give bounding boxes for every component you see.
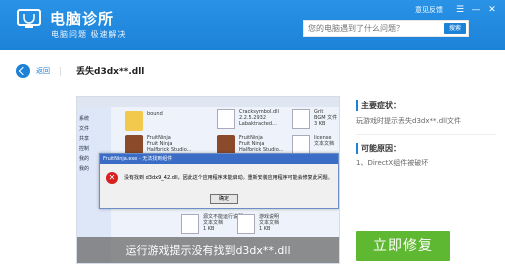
problem-screenshot: 系统 文件 共享 控制 我的 我的 bound Cracksymbol.dll … xyxy=(76,96,340,264)
document-icon xyxy=(237,214,255,234)
app-slogan: 电脑问题 极速解决 xyxy=(51,30,127,39)
cause-item: 1、DirectX组件被破坏 xyxy=(356,159,429,167)
explorer-toolbar xyxy=(77,97,339,107)
close-icon[interactable]: ✕ xyxy=(487,5,497,15)
menu-icon[interactable]: ☰ xyxy=(455,5,465,15)
symptom-heading: 主要症状： xyxy=(356,100,401,111)
file-item: Cracksymbol.dll 2.2.5.2932 Labaktracted.… xyxy=(217,109,279,131)
dll-file-icon xyxy=(217,109,235,129)
folder-icon xyxy=(125,111,143,131)
game-icon xyxy=(125,135,143,155)
file-item: 游戏说明 文本文档 1 KB xyxy=(237,214,297,236)
stethoscope-icon xyxy=(17,9,41,28)
search-input[interactable] xyxy=(304,21,444,36)
sidebar-item: 我的 xyxy=(79,156,90,162)
app-title: 电脑诊所 xyxy=(50,10,115,28)
cause-heading: 可能原因： xyxy=(356,143,401,154)
symptom-text: 玩游戏时提示丢失d3dx**.dll文件 xyxy=(356,117,462,125)
search-button[interactable]: 搜索 xyxy=(444,23,466,34)
feedback-link[interactable]: 意见反馈 xyxy=(415,5,443,15)
dialog-ok-button: 确定 xyxy=(210,194,238,204)
dialog-title: FruitNinja.exe - 无法找到组件 xyxy=(100,154,338,164)
window-controls: 意见反馈 ☰ — ✕ xyxy=(415,5,497,15)
game-icon xyxy=(217,135,235,155)
dialog-message: 没有找到 d3dx9_42.dll，因此这个应用程序未能启动。重新安装应用程序可… xyxy=(124,175,333,181)
repair-now-button[interactable]: 立即修复 xyxy=(356,231,450,261)
sidebar-item: 控制 xyxy=(79,146,90,152)
document-icon xyxy=(181,214,199,234)
error-dialog: FruitNinja.exe - 无法找到组件 ✕ 没有找到 d3dx9_42.… xyxy=(99,153,339,209)
file-item: bound xyxy=(125,111,185,133)
back-button[interactable]: 返回 xyxy=(36,66,50,76)
document-icon xyxy=(292,109,310,129)
page-title: 丢失d3dx**.dll xyxy=(76,67,145,77)
sidebar-item: 系统 xyxy=(79,116,90,122)
sidebar-item: 文件 xyxy=(79,126,90,132)
divider xyxy=(356,134,496,135)
divider xyxy=(60,67,61,76)
file-item: Grit BGM 文件 3 KB xyxy=(292,109,339,131)
back-arrow-icon[interactable] xyxy=(16,64,30,78)
sidebar-item: 共享 xyxy=(79,136,90,142)
document-icon xyxy=(292,135,310,155)
minimize-icon[interactable]: — xyxy=(471,5,481,15)
app-window: 电脑诊所 电脑问题 极速解决 搜索 意见反馈 ☰ — ✕ 返回 丢失d3dx**… xyxy=(0,0,505,275)
header-bar: 电脑诊所 电脑问题 极速解决 搜索 意见反馈 ☰ — ✕ xyxy=(0,0,505,50)
screenshot-caption: 运行游戏提示没有找到d3dx**.dll xyxy=(77,237,339,263)
sidebar-item: 我的 xyxy=(79,166,90,172)
file-item: 源文不能运行说明.txt 文本文档 1 KB xyxy=(181,214,251,236)
search-box: 搜索 xyxy=(303,20,469,37)
error-icon: ✕ xyxy=(106,172,118,184)
